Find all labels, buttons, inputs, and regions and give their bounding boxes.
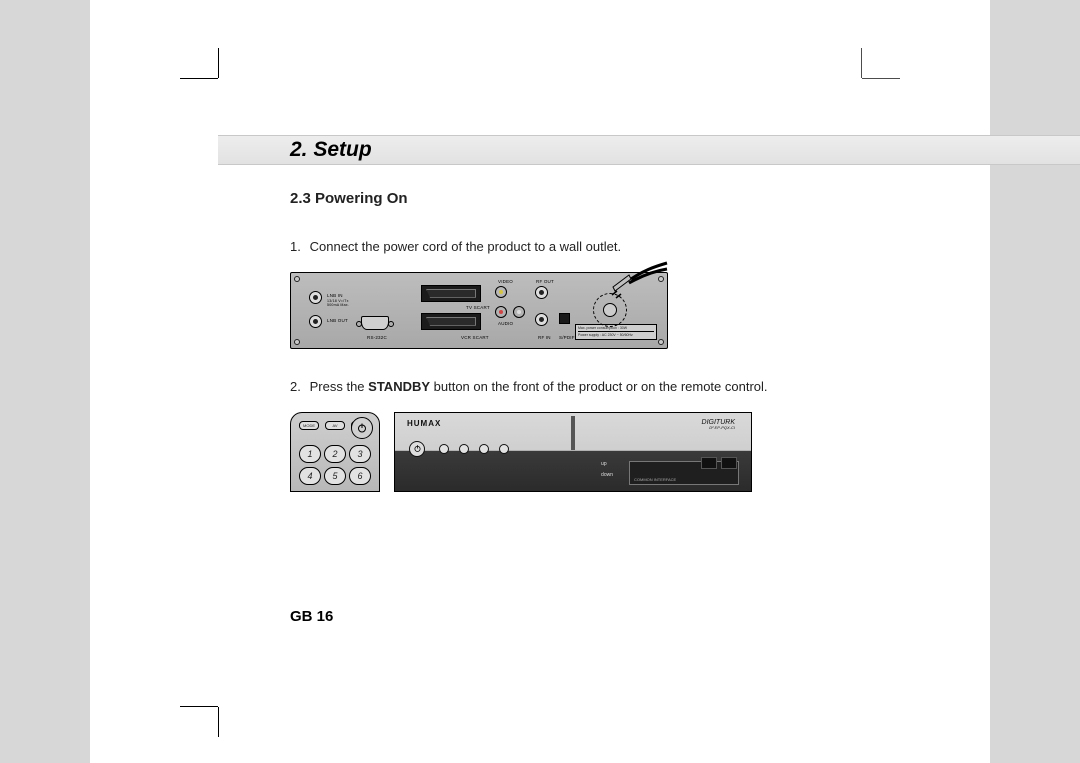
vcr-scart-label: VCR SCART — [461, 335, 489, 340]
remote-standby-button-icon — [351, 417, 373, 439]
power-inlet-illustration — [575, 275, 645, 325]
step-2: 2. Press the STANDBY button on the front… — [290, 377, 1010, 398]
flap-down-label: down — [601, 470, 613, 481]
video-rca-icon — [495, 286, 507, 298]
power-icon — [356, 422, 368, 434]
crop-mark — [218, 48, 219, 78]
step-number: 1. — [290, 237, 306, 258]
rating-line-2: Power supply : AC 230V ~ 50/60Hz — [578, 333, 654, 337]
rating-line-1: Max. power consumption : 30W — [578, 326, 654, 330]
video-label: VIDEO — [498, 279, 513, 284]
remote-av-button: AV — [325, 421, 345, 430]
remote-digit-3: 3 — [349, 445, 371, 463]
manual-page: 2. Setup 2.3 Powering On 1. Connect the … — [90, 0, 990, 763]
remote-control-illustration: MODE AV STANDBY 1 2 3 4 5 6 — [290, 412, 380, 492]
spdif-label: S/PDIF — [559, 335, 575, 340]
ci-label: COMMON INTERFACE — [634, 477, 676, 482]
remote-digit-6: 6 — [349, 467, 371, 485]
front-buttons — [409, 441, 509, 457]
audio-label: AUDIO — [498, 321, 513, 326]
rating-plate: Max. power consumption : 30W Power suppl… — [575, 324, 657, 340]
flap-up-label: up — [601, 459, 613, 470]
step-1: 1. Connect the power cord of the product… — [290, 237, 1010, 258]
crop-mark — [180, 706, 218, 707]
rs232-port-icon — [361, 316, 389, 330]
step-text-bold: STANDBY — [368, 379, 430, 394]
tv-scart-label: TV SCART — [466, 305, 490, 310]
step-text-after: button on the front of the product or on… — [430, 379, 768, 394]
front-slot-icon — [571, 416, 575, 450]
brand-label: HUMAX — [407, 419, 441, 428]
audio-r-rca-icon — [495, 306, 507, 318]
brand2-label: DIGITURK D² EP-PQX-CI — [702, 419, 735, 430]
remote-digit-5: 5 — [324, 467, 346, 485]
front-standby-button-icon — [409, 441, 425, 457]
lnb-in-port-icon — [309, 291, 322, 304]
remote-digit-1: 1 — [299, 445, 321, 463]
front-button-icon — [439, 444, 449, 454]
step-text: Connect the power cord of the product to… — [310, 239, 621, 254]
spdif-port-icon — [559, 313, 570, 324]
remote-digit-4: 4 — [299, 467, 321, 485]
lnb-out-label: LNB OUT — [327, 318, 348, 323]
page-number: GB 16 — [290, 608, 333, 625]
step-text-before: Press the — [310, 379, 369, 394]
crop-mark — [218, 707, 219, 737]
power-cord-icon — [609, 261, 669, 301]
lnb-in-label: LNB IN — [327, 293, 343, 298]
vcr-scart-port-icon — [421, 313, 481, 330]
front-button-icon — [479, 444, 489, 454]
rf-in-label: RF IN — [538, 335, 551, 340]
figure-front-and-remote: MODE AV STANDBY 1 2 3 4 5 6 — [290, 412, 1010, 492]
front-button-icon — [499, 444, 509, 454]
figure-rear-panel: LNB IN 13/18 V=/Tx 500mA Max. LNB OUT RS… — [290, 272, 668, 349]
audio-l-rca-icon — [513, 306, 525, 318]
screw-icon — [294, 276, 300, 282]
section-title: 2.3 Powering On — [290, 190, 1010, 207]
screw-icon — [294, 339, 300, 345]
chapter-title-band: 2. Setup — [218, 135, 1080, 165]
rs232-label: RS-232C — [367, 335, 387, 340]
lnb-in-sublabel: 13/18 V=/Tx 500mA Max. — [327, 299, 357, 308]
tv-scart-port-icon — [421, 285, 481, 302]
step-number: 2. — [290, 377, 306, 398]
rf-in-port-icon — [535, 313, 548, 326]
content-area: 2.3 Powering On 1. Connect the power cor… — [290, 190, 1010, 512]
crop-mark — [180, 78, 218, 79]
screw-icon — [658, 339, 664, 345]
power-icon — [413, 444, 422, 453]
flap-labels: up down — [601, 459, 613, 481]
badge-icon — [721, 457, 737, 469]
crop-mark — [862, 78, 900, 79]
chapter-title: 2. Setup — [290, 138, 372, 162]
badge-icon — [701, 457, 717, 469]
front-button-icon — [459, 444, 469, 454]
crop-mark — [861, 48, 862, 78]
lnb-out-port-icon — [309, 315, 322, 328]
rf-out-port-icon — [535, 286, 548, 299]
cert-badges — [701, 457, 737, 469]
rf-out-label: RF OUT — [536, 279, 554, 284]
remote-digit-2: 2 — [324, 445, 346, 463]
remote-mode-button: MODE — [299, 421, 319, 430]
front-panel-illustration: HUMAX DIGITURK D² EP-PQX-CI up — [394, 412, 752, 492]
